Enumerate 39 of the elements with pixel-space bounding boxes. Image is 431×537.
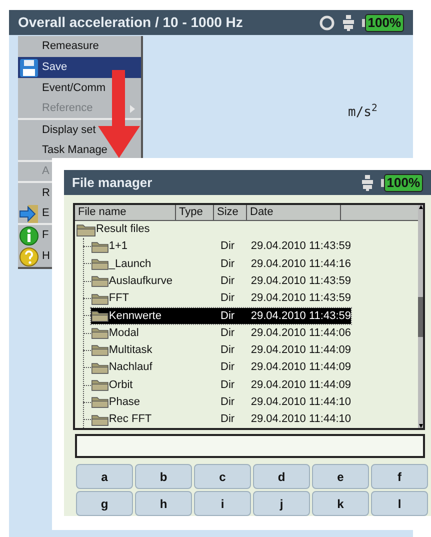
folder-name: _Launch	[108, 256, 152, 272]
size-cell-text: Dir	[220, 412, 236, 428]
folder-name: Modal	[108, 326, 140, 341]
size-cell-text: Dir	[220, 360, 236, 376]
size-cell-text: Dir	[220, 326, 236, 341]
folder-name: Result files	[96, 222, 150, 238]
size-cell-text: Dir	[220, 378, 236, 393]
size-cell-text: Dir	[220, 274, 236, 289]
date-cell-text: 29.04.2010 11:43:59	[250, 274, 351, 289]
window-title: File manager	[72, 174, 154, 192]
date-cell-text: 29.04.2010 11:43:59	[250, 291, 351, 306]
battery-indicator: 100%	[362, 14, 404, 32]
folder-name: Phase	[108, 395, 142, 410]
date-cell-text: 29.04.2010 11:43:59	[250, 308, 351, 324]
size-cell-text: Dir	[220, 291, 236, 306]
folder-name: 1+1	[108, 239, 129, 254]
battery-indicator: 100%	[380, 174, 423, 192]
date-cell-text: 29.04.2010 11:44:09	[250, 378, 351, 393]
date-cell-text: 29.04.2010 11:44:06	[250, 326, 351, 341]
folder-name: FFT	[108, 291, 130, 306]
size-cell-text: Dir	[220, 256, 236, 272]
size-cell-text: Dir	[220, 239, 236, 254]
folder-name: Multitask	[108, 343, 154, 358]
unit-label: m/s$^{2}$	[348, 103, 378, 122]
date-cell-text: 29.04.2010 11:44:10	[250, 412, 351, 428]
size-cell-text: Dir	[220, 395, 236, 410]
folder-name: Orbit	[108, 378, 134, 393]
folder-name: Auslaufkurve	[108, 274, 174, 289]
folder-name: Kennwerte	[108, 308, 162, 324]
date-cell-text: 29.04.2010 11:44:10	[250, 395, 351, 410]
size-cell-text: Dir	[220, 308, 236, 324]
date-cell-text: 29.04.2010 11:44:09	[250, 343, 351, 358]
size-cell-text: Dir	[220, 343, 236, 358]
date-cell-text: 29.04.2010 11:44:09	[250, 360, 351, 376]
date-cell-text: 29.04.2010 11:43:59	[250, 239, 351, 254]
folder-name: Nachlauf	[108, 360, 154, 376]
screen-title: Overall acceleration / 10 - 1000 Hz	[18, 13, 244, 32]
folder-name: Rec FFT	[108, 412, 153, 428]
date-cell-text: 29.04.2010 11:44:16	[250, 256, 351, 272]
